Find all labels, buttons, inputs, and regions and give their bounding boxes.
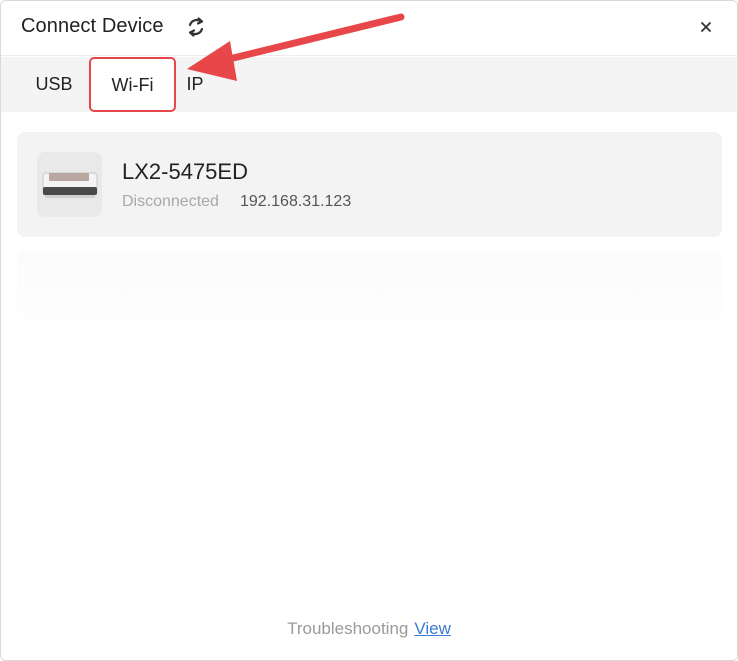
- dialog-title: Connect Device: [21, 15, 164, 37]
- laser-engraver-thumbnail: [37, 152, 102, 217]
- refresh-icon[interactable]: [184, 15, 208, 39]
- device-name: LX2-5475ED: [122, 159, 248, 184]
- device-ip-address: 192.168.31.123: [240, 193, 352, 210]
- troubleshooting-text: Troubleshooting: [287, 619, 409, 638]
- close-icon[interactable]: [695, 16, 717, 38]
- tab-ip[interactable]: IP: [177, 57, 213, 112]
- troubleshooting-footer: Troubleshooting View: [1, 619, 737, 639]
- tab-wifi[interactable]: Wi-Fi: [89, 58, 176, 112]
- tab-usb[interactable]: USB: [21, 57, 87, 112]
- device-card[interactable]: LX2-5475ED Disconnected 192.168.31.123: [17, 132, 722, 237]
- title-bar: Connect Device: [1, 1, 737, 56]
- device-list: LX2-5475ED Disconnected 192.168.31.123: [1, 112, 737, 660]
- troubleshooting-view-link[interactable]: View: [414, 619, 451, 638]
- placeholder-card: [17, 251, 722, 356]
- device-status: Disconnected: [122, 193, 219, 210]
- connect-device-dialog: Connect Device USB IP Wi-Fi LX2-5475ED D…: [0, 0, 738, 661]
